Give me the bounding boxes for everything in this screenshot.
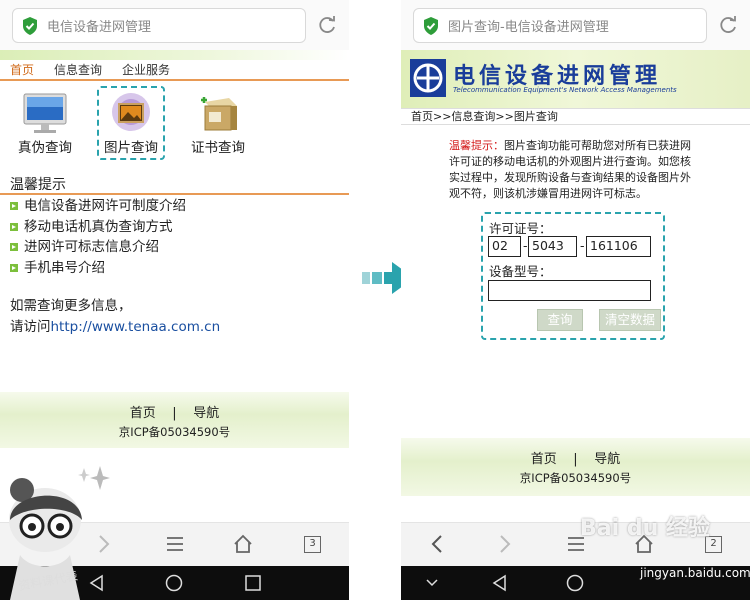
secure-shield-icon [23,16,37,35]
secure-shield-icon [424,16,438,35]
icon-label: 图片查询 [104,140,158,156]
tenaa-logo-icon [410,59,446,97]
chevron-down-icon[interactable] [423,574,441,592]
site-banner: 电信设备进网管理 Telecommunication Equipment's N… [401,50,750,108]
license-part3-input[interactable]: 161106 [586,236,651,257]
reload-icon[interactable] [717,14,739,36]
more-info-line1: 如需查询更多信息， [10,298,132,314]
footer: 首页 | 导航 京ICP备05034590号 [401,448,750,486]
header-band [0,50,349,60]
query-button[interactable]: 查询 [537,309,583,331]
url-text: 电信设备进网管理 [47,20,152,35]
certificate-box-icon [201,97,237,131]
home-circle-icon[interactable] [566,574,584,592]
tips-link-list: 电信设备进网许可制度介绍 移动电话机真伪查询方式 进网许可标志信息介绍 手机串号… [10,196,186,278]
tips-heading: 温馨提示 [10,177,66,193]
icon-label: 真伪查询 [18,140,72,156]
icp-number: 京ICP备05034590号 [519,471,632,485]
home-circle-icon[interactable] [165,574,183,592]
model-label: 设备型号： [489,264,552,279]
license-label: 许可证号： [489,221,552,236]
top-nav: 首页 信息查询 企业服务 [0,60,349,79]
model-input[interactable] [488,280,651,301]
license-part2-input[interactable]: 5043 [528,236,577,257]
phone-screen-home: 电信设备进网管理 首页 信息查询 企业服务 真伪查询 图片查询 证书查询 温馨提… [0,0,349,600]
footer-home-link[interactable]: 首页 [531,452,557,467]
footer-sep: | [573,452,578,467]
icon-label: 证书查询 [191,140,245,156]
list-item[interactable]: 电信设备进网许可制度介绍 [10,196,186,217]
baidu-site-watermark: jingyan.baidu.com [640,566,750,580]
monitor-icon [23,93,67,133]
warm-tip-label: 温馨提示： [449,139,504,152]
warm-tip: 温馨提示：图片查询功能可帮助您对所有已获进网许可证的移动电话机的外观图片进行查询… [449,138,697,202]
icon-authenticity-query[interactable]: 真伪查询 [12,92,78,156]
url-field[interactable]: 电信设备进网管理 [12,8,306,43]
nav-info-query[interactable]: 信息查询 [54,61,102,78]
back-icon[interactable] [429,533,445,555]
footer: 首页 | 导航 京ICP备05034590号 [0,402,349,440]
picture-icon [112,93,150,131]
url-text: 图片查询-电信设备进网管理 [448,20,609,35]
icon-picture-query[interactable]: 图片查询 [99,92,163,156]
baidu-watermark: Bai du 经验 [580,516,710,541]
recent-square-icon[interactable] [244,574,262,592]
back-triangle-icon[interactable] [491,574,509,592]
more-info-prefix: 请访问 [10,319,51,335]
footer-nav-link[interactable]: 导航 [594,452,620,467]
list-item[interactable]: 进网许可标志信息介绍 [10,237,186,258]
browser-address-bar: 电信设备进网管理 [0,0,349,50]
breadcrumb: 首页>>信息查询>>图片查询 [401,108,750,125]
license-dash: - [523,238,528,253]
nav-enterprise-service[interactable]: 企业服务 [122,61,170,78]
icon-certificate-query[interactable]: 证书查询 [185,92,251,156]
nav-home[interactable]: 首页 [10,61,34,78]
nav-divider [0,79,349,81]
browser-address-bar: 图片查询-电信设备进网管理 [401,0,750,50]
home-icon[interactable] [232,533,254,555]
license-part1-input[interactable]: 02 [488,236,521,257]
menu-icon[interactable] [165,533,185,555]
footer-home-link[interactable]: 首页 [130,406,156,421]
tips-divider [0,193,349,195]
footer-sep: | [172,406,177,421]
banner-subtitle: Telecommunication Equipment's Network Ac… [453,86,677,94]
more-info: 如需查询更多信息， 请访问http://www.tenaa.com.cn [10,296,220,338]
website-link[interactable]: http://www.tenaa.com.cn [51,319,221,335]
bullet-arrow-icon [10,243,18,252]
reload-icon[interactable] [316,14,338,36]
license-dash: - [580,238,585,253]
list-item[interactable]: 手机串号介绍 [10,258,186,279]
tab-count[interactable]: 3 [304,536,321,553]
bullet-arrow-icon [10,263,18,272]
list-item[interactable]: 移动电话机真伪查询方式 [10,217,186,238]
url-field[interactable]: 图片查询-电信设备进网管理 [413,8,707,43]
bullet-arrow-icon [10,222,18,231]
footer-nav-link[interactable]: 导航 [193,406,219,421]
forward-icon[interactable] [497,533,513,555]
bullet-arrow-icon [10,202,18,211]
clear-button[interactable]: 清空数据 [599,309,661,331]
icp-number: 京ICP备05034590号 [118,425,231,439]
